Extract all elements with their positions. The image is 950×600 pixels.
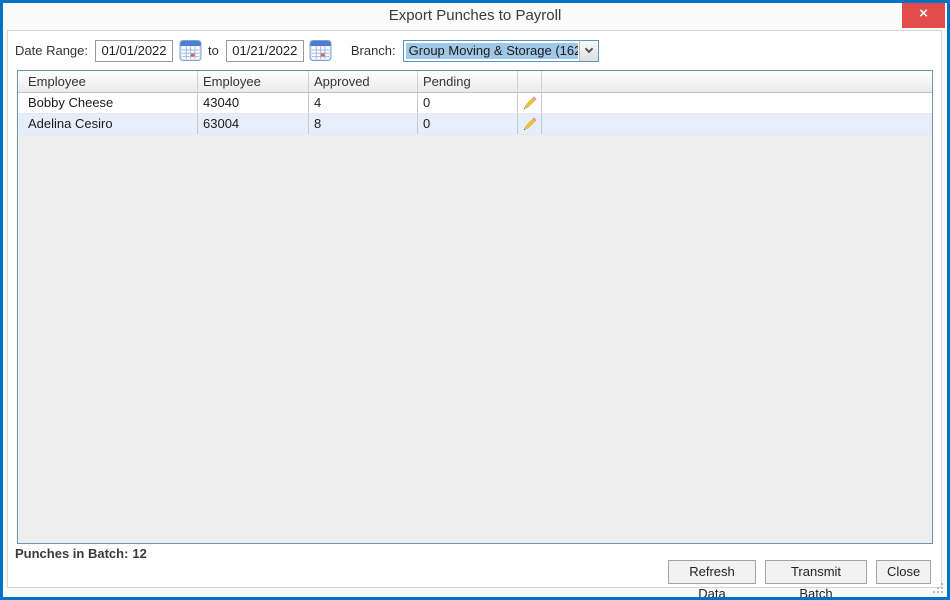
export-punches-dialog: Export Punches to Payroll × Date Range: … xyxy=(0,0,950,600)
cell-employee-number: 43040 xyxy=(198,93,309,113)
branch-label: Branch: xyxy=(351,43,396,58)
cell-employee: Bobby Cheese xyxy=(18,93,198,113)
punches-table: Employee Employee Number Approved Punche… xyxy=(17,70,933,544)
column-header-employee-number[interactable]: Employee Number xyxy=(198,71,309,92)
column-header-edit xyxy=(518,71,542,92)
cell-approved-punches: 4 xyxy=(309,93,418,113)
end-date-calendar-button[interactable] xyxy=(309,39,333,63)
column-header-filler xyxy=(542,71,932,92)
branch-dropdown-button[interactable] xyxy=(579,41,598,61)
branch-select[interactable]: Group Moving & Storage (1623) xyxy=(403,40,599,62)
transmit-batch-button[interactable]: Transmit Batch xyxy=(765,560,867,584)
refresh-data-button[interactable]: Refresh Data xyxy=(668,560,756,584)
cell-employee-number: 63004 xyxy=(198,114,309,134)
table-header: Employee Employee Number Approved Punche… xyxy=(18,71,932,93)
resize-grip[interactable] xyxy=(941,591,943,593)
cell-approved-punches: 8 xyxy=(309,114,418,134)
titlebar: Export Punches to Payroll × xyxy=(3,3,947,30)
column-header-approved-punches[interactable]: Approved Punches xyxy=(309,71,418,92)
cell-filler xyxy=(542,93,932,113)
to-label: to xyxy=(208,43,219,58)
column-header-employee[interactable]: Employee xyxy=(18,71,198,92)
calendar-icon xyxy=(309,39,332,62)
page-title: Export Punches to Payroll xyxy=(3,3,947,29)
chevron-down-icon xyxy=(584,45,592,53)
calendar-icon xyxy=(179,39,202,62)
start-date-calendar-button[interactable] xyxy=(178,39,202,63)
pencil-icon xyxy=(521,95,538,112)
close-icon: × xyxy=(919,5,928,22)
branch-selected-value: Group Moving & Storage (1623) xyxy=(406,43,578,59)
status-bar: Punches in Batch: 12 xyxy=(15,546,147,561)
cell-pending-punches: 0 xyxy=(418,93,518,113)
pencil-icon xyxy=(521,116,538,133)
close-window-button[interactable]: × xyxy=(902,0,945,28)
cell-pending-punches: 0 xyxy=(418,114,518,134)
punches-in-batch-value: 12 xyxy=(132,546,146,561)
footer-buttons: Refresh Data Transmit Batch Close xyxy=(668,560,931,584)
table-row[interactable]: Adelina Cesiro 63004 8 0 xyxy=(18,114,932,135)
punches-in-batch-label: Punches in Batch: xyxy=(15,546,128,561)
edit-punches-button[interactable] xyxy=(518,93,542,113)
edit-punches-button[interactable] xyxy=(518,114,542,134)
content-panel: Date Range: to xyxy=(7,30,942,588)
end-date-input[interactable] xyxy=(226,40,304,62)
cell-filler xyxy=(542,114,932,134)
column-header-pending-punches[interactable]: Pending Punches xyxy=(418,71,518,92)
start-date-input[interactable] xyxy=(95,40,173,62)
table-row[interactable]: Bobby Cheese 43040 4 0 xyxy=(18,93,932,114)
close-button[interactable]: Close xyxy=(876,560,931,584)
cell-employee: Adelina Cesiro xyxy=(18,114,198,134)
date-range-label: Date Range: xyxy=(15,43,88,58)
toolbar: Date Range: to xyxy=(8,31,941,70)
